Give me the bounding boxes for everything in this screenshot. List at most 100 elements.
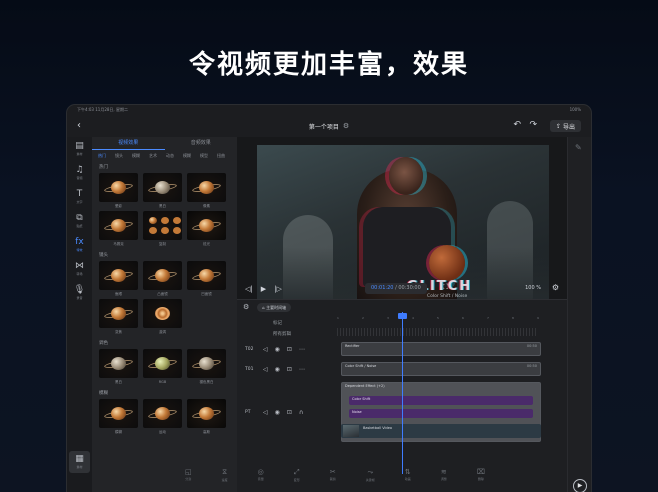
effect-name: 变焦 [115,330,122,334]
nav-sticker[interactable]: ⧉ 贴纸 [67,209,92,233]
effect-item[interactable]: 鱼眼 [99,261,138,298]
nav-media[interactable]: ▤ 素材 [67,137,92,161]
effect-name: 运动 [159,430,166,434]
effect-item[interactable]: 黑白 [143,173,182,210]
current-time: 00:01:20 [371,285,394,291]
nav-media-library[interactable]: ▦ 素材 [69,451,90,473]
keyframe-icon: ⤳ [367,468,374,476]
timeline-ruler[interactable]: 1 2 3 4 5 6 7 8 9 [337,314,567,324]
lock-icon[interactable]: ⊡ [287,346,292,353]
tab-audio-effects[interactable]: 音频效果 [165,137,238,150]
zoom-level[interactable]: 100 % [525,285,541,291]
more-icon[interactable]: ⋯ [299,366,305,373]
playhead[interactable] [402,312,403,474]
next-frame-icon[interactable]: |▷ [274,285,282,293]
effect-item[interactable]: 凸面镜 [143,261,182,298]
effect-item[interactable]: 像素 [187,173,226,210]
effect-item[interactable]: 高斯 [187,399,226,436]
category-item[interactable]: 模糊 [132,153,140,158]
video-clip[interactable]: Basketball Video [341,424,541,438]
effect-item[interactable]: 马赛克 [99,211,138,248]
effect-item[interactable]: 模糊 [99,399,138,436]
category-item[interactable]: 扭曲 [217,153,225,158]
effect-item[interactable]: 褪色黑白 [187,349,226,386]
noise-subclip[interactable]: Noise [349,409,533,418]
play-circle-icon[interactable]: ▶ [573,479,587,492]
category-item[interactable]: 热门 [98,153,106,158]
undo-icon[interactable]: ↶ [513,120,521,130]
preview-settings-icon[interactable]: ⚙ [552,283,559,292]
eye-icon[interactable]: ◉ [275,409,280,416]
eye-icon[interactable]: ◉ [275,346,280,353]
more-icon[interactable]: ⋯ [299,346,305,353]
effect-clip[interactable]: Color Shift / Noise 00:50 [341,362,541,376]
section-label: 调色 [99,341,108,346]
delete-icon: ⌧ [476,468,485,476]
tool-keyframe[interactable]: ⤳ 关键帧 [366,468,375,482]
effect-item[interactable]: RGB [143,349,182,386]
effect-thumbnail [99,299,138,328]
effect-item[interactable]: 复制 [143,211,182,248]
back-icon[interactable]: ‹ [77,120,81,131]
nav-audio[interactable]: ♫ 音频 [67,161,92,185]
nav-record[interactable]: 🎙 录音 [67,281,92,305]
redo-icon[interactable]: ↷ [529,120,537,130]
tool-transform[interactable]: ⤢ 变形 [294,468,300,482]
nav-effects[interactable]: fx 特效 [67,233,92,257]
tab-video-effects[interactable]: 视频效果 [92,137,165,150]
tool-crop[interactable]: ✂ 裁剪 [330,468,336,481]
playhead-handle[interactable] [398,313,407,319]
effect-item[interactable]: 炫光 [187,211,226,248]
effect-item[interactable]: 变焦 [99,299,138,336]
ruler-tick: 6 [462,316,464,320]
fullscreen-icon[interactable]: ⛶ [443,283,448,292]
effect-thumbnail [187,349,226,378]
timeline-settings-icon[interactable]: ⚙ [243,303,249,311]
tool-label: 音量 [257,477,264,481]
effect-name: RGB [158,380,167,384]
effect-item[interactable]: 晕影 [99,173,138,210]
category-item[interactable]: 动态 [166,153,174,158]
category-item[interactable]: 模糊 [183,153,191,158]
tool-animation[interactable]: ⇅ 动画 [405,468,411,481]
category-item[interactable]: 模型 [200,153,208,158]
project-settings-icon[interactable]: ⚙ [343,122,349,130]
prev-frame-icon[interactable]: ◁| [245,285,253,293]
effect-thumbnail [143,211,182,240]
nav-transition[interactable]: ⋈ 转场 [67,257,92,281]
speaker-icon[interactable]: ◁ [263,346,268,353]
effect-item[interactable]: 黑白 [99,349,138,386]
color-shift-subclip[interactable]: Color Shift [349,396,533,405]
play-icon[interactable]: ▶ [261,285,266,293]
pen-icon[interactable]: ✎ [575,143,582,152]
clip-label: Color Shift / Noise [345,364,377,368]
category-item[interactable]: 艺术 [149,153,157,158]
speaker-icon[interactable]: ◁ [263,366,268,373]
speaker-icon[interactable]: ◁ [263,409,268,416]
tool-split[interactable]: ◱ 分割 [185,468,192,481]
effect-name: 高斯 [203,430,210,434]
text-clip[interactable]: Rectifier 00:50 [341,342,541,356]
effect-category-row: 热门 镜头 模糊 艺术 动态 模糊 模型 扭曲 [92,150,237,160]
effect-name: 炫光 [203,242,210,246]
nav-text[interactable]: T 文字 [67,185,92,209]
effect-item[interactable]: 凹面镜 [187,261,226,298]
tool-speed[interactable]: ⧖ 速度 [222,468,228,482]
effect-item[interactable]: 运动 [143,399,182,436]
tool-label: 动画 [404,477,411,481]
tool-adjust[interactable]: ≋ 调整 [441,468,447,481]
effect-thumbnail [99,261,138,290]
category-item[interactable]: 镜头 [115,153,123,158]
export-button[interactable]: ⇪ 导出 [549,120,581,132]
tool-delete[interactable]: ⌧ 删除 [477,468,485,481]
magnet-icon[interactable]: ∩ [299,409,303,416]
eye-icon[interactable]: ◉ [275,366,280,373]
tool-volume[interactable]: ◎ 音量 [258,468,264,481]
project-title[interactable]: 第一个项目 [309,122,339,131]
upload-icon: ⇪ [555,122,561,130]
lock-icon[interactable]: ⊡ [287,366,292,373]
lock-icon[interactable]: ⊡ [287,409,292,416]
main-track-button[interactable]: ⌂ 主要时间轴 [257,302,292,312]
effect-item[interactable]: 漩涡 [143,299,182,336]
total-time: / 00:30:00 [395,285,421,291]
